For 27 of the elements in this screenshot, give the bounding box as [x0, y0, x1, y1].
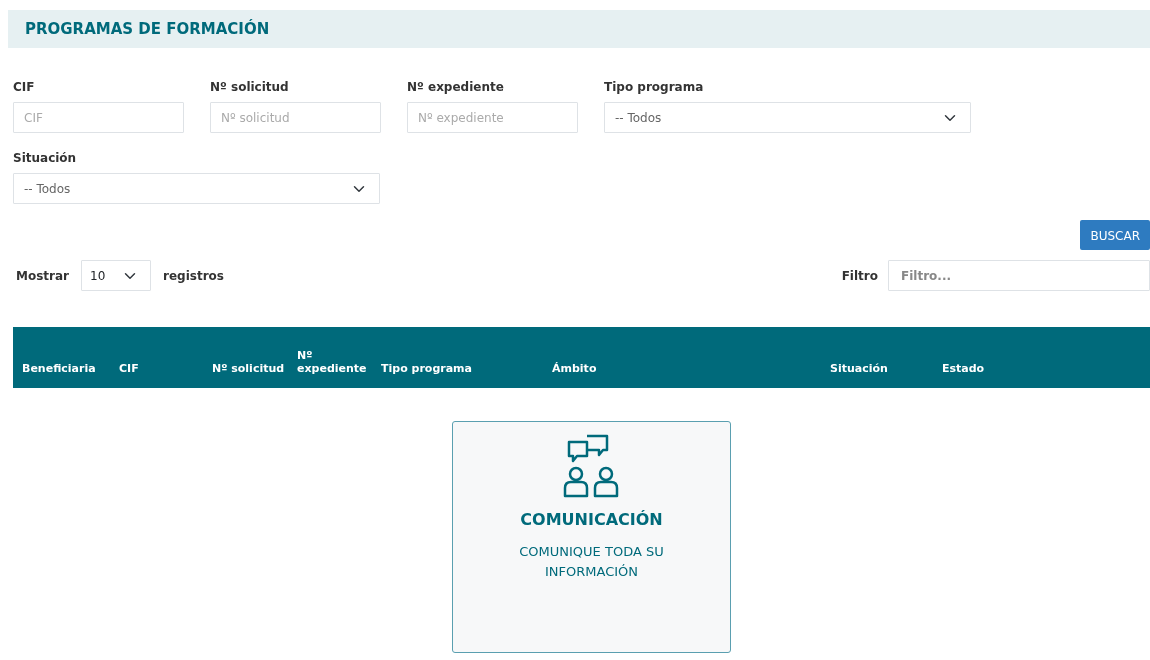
records-label: registros — [163, 267, 224, 285]
field-label: Tipo programa — [604, 79, 705, 96]
filter-label: Filtro — [841, 267, 878, 285]
card-text: COMUNIQUE TODA SU INFORMACIÓN — [518, 543, 665, 581]
show-label: Mostrar — [16, 267, 69, 285]
field-label: CIF — [13, 79, 36, 96]
page-title: PROGRAMAS DE FORMACIÓN — [25, 20, 270, 38]
column-header[interactable]: Estado — [933, 361, 1033, 375]
page-size-select[interactable]: 10 — [81, 260, 151, 291]
field-label: Nº solicitud — [210, 79, 290, 96]
column-header[interactable]: Beneficiaria — [13, 361, 110, 375]
field-label: Situación — [13, 150, 78, 167]
select-field[interactable]: -- Todos — [604, 102, 971, 133]
select-field[interactable]: -- Todos — [13, 173, 380, 204]
card-title: COMUNICACIÓN — [520, 509, 663, 531]
column-header[interactable]: CIF — [110, 361, 203, 375]
input-field[interactable]: CIF — [13, 102, 184, 133]
search-button[interactable]: BUSCAR — [1080, 220, 1150, 250]
filter-field[interactable]: Filtro... — [888, 260, 1150, 291]
column-header[interactable]: Nº expediente — [288, 348, 372, 375]
column-header[interactable]: Nº solicitud — [203, 361, 288, 375]
column-header[interactable]: Tipo programa — [372, 361, 543, 375]
column-header[interactable]: Ámbito — [543, 361, 821, 375]
field-label: Nº expediente — [407, 79, 505, 96]
input-field[interactable]: Nº expediente — [407, 102, 578, 133]
column-header[interactable]: Situación — [821, 361, 933, 375]
input-field[interactable]: Nº solicitud — [210, 102, 381, 133]
